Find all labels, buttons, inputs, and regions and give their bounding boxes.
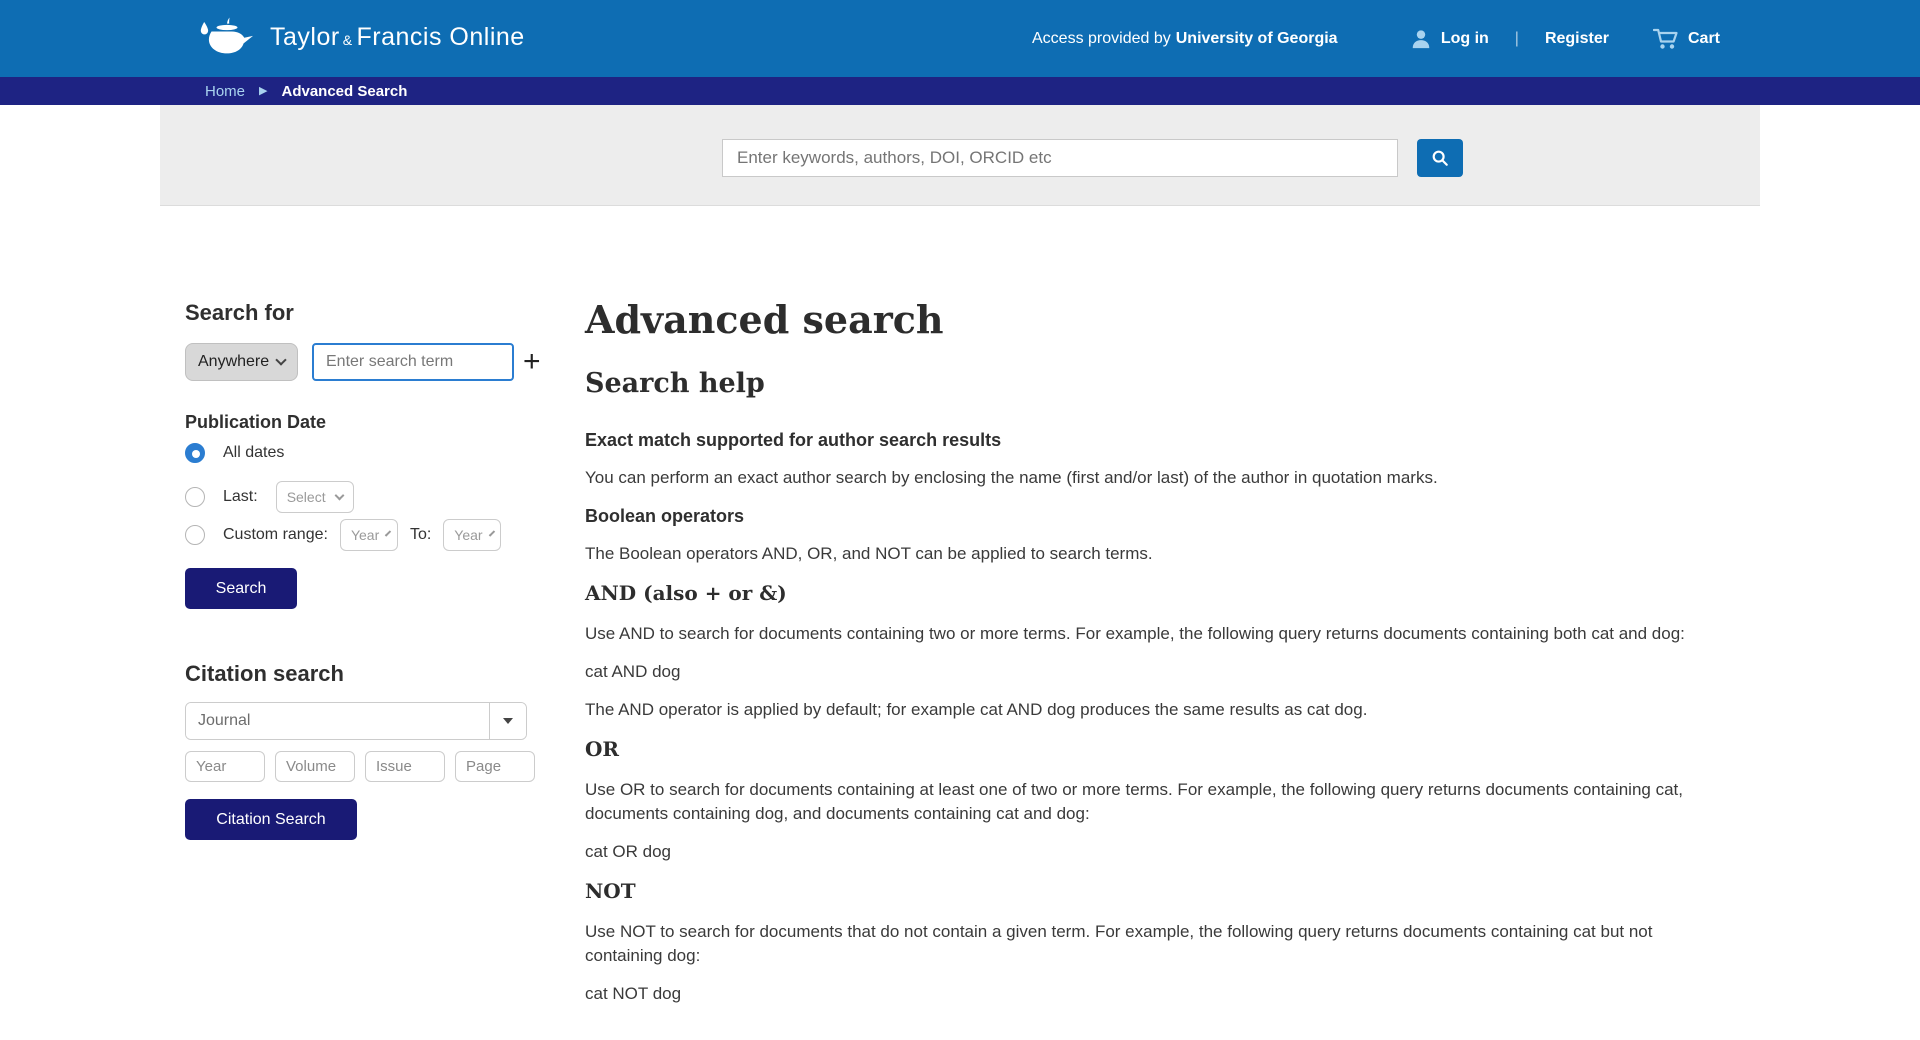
citation-fields-row bbox=[185, 751, 535, 782]
institution-name: University of Georgia bbox=[1176, 30, 1338, 48]
taylor-francis-logo[interactable]: Taylor&Francis Online bbox=[198, 14, 525, 60]
search-for-title: Search for bbox=[185, 300, 294, 326]
journal-input[interactable] bbox=[186, 703, 489, 739]
help-paragraph: cat OR dog bbox=[585, 840, 1693, 864]
lamp-logo-icon bbox=[198, 14, 260, 60]
help-paragraph: You can perform an exact author search b… bbox=[585, 466, 1693, 490]
search-help-title: Search help bbox=[585, 366, 1693, 402]
main-content: Advanced search Search help Exact match … bbox=[585, 296, 1693, 1020]
all-dates-label[interactable]: All dates bbox=[223, 444, 284, 462]
journal-dropdown-button[interactable] bbox=[489, 703, 526, 739]
search-icon bbox=[1431, 149, 1449, 167]
caret-down-icon bbox=[503, 718, 513, 724]
last-radio[interactable] bbox=[185, 487, 205, 507]
help-heading: AND (also + or &) bbox=[585, 580, 1693, 606]
breadcrumb-arrow-icon: ▶ bbox=[259, 86, 267, 97]
register-label: Register bbox=[1545, 30, 1609, 48]
quick-search-input[interactable] bbox=[722, 139, 1398, 177]
help-paragraph: Use NOT to search for documents that do … bbox=[585, 920, 1693, 968]
help-paragraph: Use OR to search for documents containin… bbox=[585, 778, 1693, 826]
custom-range-row: Custom range: Year To: Year bbox=[185, 519, 501, 551]
search-button[interactable]: Search bbox=[185, 568, 297, 609]
breadcrumb-home-link[interactable]: Home bbox=[205, 83, 245, 100]
help-paragraph: cat AND dog bbox=[585, 660, 1693, 684]
breadcrumb: Home ▶ Advanced Search bbox=[0, 77, 1920, 105]
help-paragraph: The AND operator is applied by default; … bbox=[585, 698, 1693, 722]
person-icon bbox=[1410, 28, 1432, 50]
help-paragraph: cat NOT dog bbox=[585, 982, 1693, 1006]
to-year-select[interactable]: Year bbox=[443, 519, 501, 551]
header-divider: | bbox=[1515, 30, 1519, 48]
chevron-down-icon bbox=[385, 530, 391, 536]
search-field-select-value: Anywhere bbox=[198, 353, 269, 371]
quick-search-button[interactable] bbox=[1417, 139, 1463, 177]
help-paragraph: The Boolean operators AND, OR, and NOT c… bbox=[585, 542, 1693, 566]
cart-label: Cart bbox=[1688, 30, 1720, 48]
to-year-select-value: Year bbox=[454, 527, 482, 543]
site-header: Taylor&Francis Online Access provided by… bbox=[0, 0, 1920, 77]
from-year-select[interactable]: Year bbox=[340, 519, 398, 551]
chevron-down-icon bbox=[488, 530, 494, 536]
brand-name: Taylor&Francis Online bbox=[270, 23, 525, 52]
help-paragraph: Use AND to search for documents containi… bbox=[585, 622, 1693, 646]
breadcrumb-current: Advanced Search bbox=[281, 83, 407, 100]
last-period-select[interactable]: Select bbox=[276, 481, 354, 513]
chevron-down-icon bbox=[334, 490, 344, 500]
register-link[interactable]: Register bbox=[1545, 30, 1609, 48]
header-account-controls: Log in | Register Cart bbox=[1410, 0, 1720, 77]
access-provided-text: Access provided by University of Georgia bbox=[1032, 0, 1338, 77]
citation-search-button[interactable]: Citation Search bbox=[185, 799, 357, 840]
journal-combo bbox=[185, 702, 527, 740]
custom-range-label[interactable]: Custom range: bbox=[223, 526, 328, 544]
help-heading: Boolean operators bbox=[585, 504, 1693, 528]
advanced-search-page: Taylor&Francis Online Access provided by… bbox=[0, 0, 1920, 1040]
page-title: Advanced search bbox=[585, 296, 1693, 344]
add-search-row-button[interactable]: + bbox=[523, 344, 541, 380]
help-heading: OR bbox=[585, 736, 1693, 762]
search-field-select[interactable]: Anywhere bbox=[185, 343, 298, 381]
publication-date-title: Publication Date bbox=[185, 412, 326, 433]
last-period-select-value: Select bbox=[287, 489, 326, 505]
custom-range-radio[interactable] bbox=[185, 525, 205, 545]
citation-volume-input[interactable] bbox=[275, 751, 355, 782]
help-heading: NOT bbox=[585, 878, 1693, 904]
help-heading: Exact match supported for author search … bbox=[585, 428, 1693, 452]
login-label: Log in bbox=[1441, 30, 1489, 48]
last-row: Last: Select bbox=[185, 481, 354, 513]
all-dates-radio[interactable] bbox=[185, 443, 205, 463]
to-label: To: bbox=[410, 526, 431, 544]
from-year-select-value: Year bbox=[351, 527, 379, 543]
cart-icon bbox=[1653, 28, 1679, 50]
last-label[interactable]: Last: bbox=[223, 488, 258, 506]
citation-page-input[interactable] bbox=[455, 751, 535, 782]
cart-link[interactable]: Cart bbox=[1653, 28, 1720, 50]
login-link[interactable]: Log in bbox=[1410, 28, 1489, 50]
search-term-input[interactable] bbox=[312, 343, 514, 381]
citation-search-title: Citation search bbox=[185, 661, 344, 687]
chevron-down-icon bbox=[275, 354, 286, 365]
all-dates-row: All dates bbox=[185, 443, 284, 463]
citation-issue-input[interactable] bbox=[365, 751, 445, 782]
citation-year-input[interactable] bbox=[185, 751, 265, 782]
